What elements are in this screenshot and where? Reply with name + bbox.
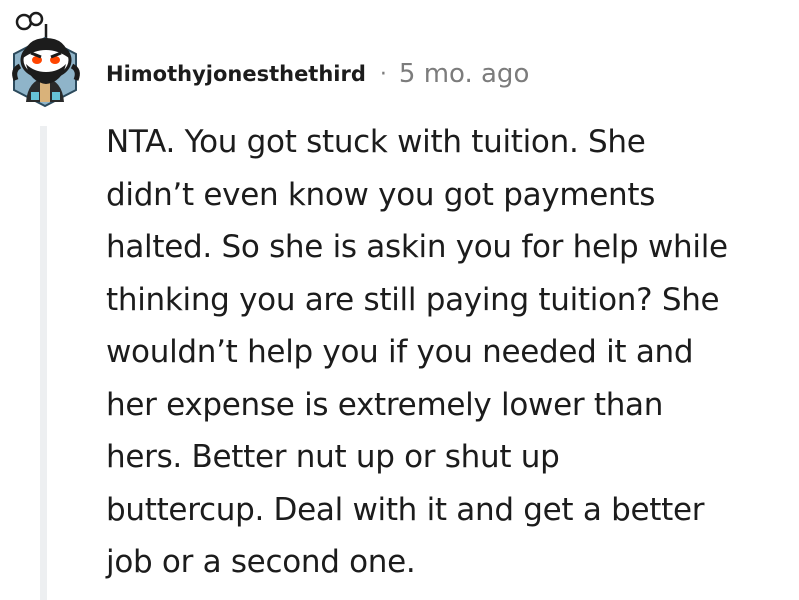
- comment-body-line: buttercup. Deal with it and get a better: [106, 491, 705, 528]
- meta-separator: ·: [379, 61, 387, 87]
- thread-collapse-line[interactable]: [40, 126, 47, 600]
- comment-body-line: halted. So she is askin you for help whi…: [106, 229, 728, 265]
- comment-body-line: thinking you are still paying tuition? S…: [106, 281, 720, 318]
- comment-body: NTA. You got stuck with tuition. She did…: [106, 116, 796, 589]
- user-avatar[interactable]: [6, 10, 84, 110]
- snoo-avatar-icon: [12, 11, 80, 108]
- comment-body-line: job or a second one.: [106, 544, 416, 580]
- comment-body-line: wouldn’t help you if you needed it and: [106, 334, 694, 370]
- comment-body-line: NTA. You got stuck with tuition. She: [106, 124, 646, 160]
- comment-body-line: hers. Better nut up or shut up: [106, 439, 560, 475]
- author-username[interactable]: Himothyjonesthethird: [106, 62, 366, 86]
- comment-header: Himothyjonesthethird · 5 mo. ago: [106, 56, 529, 92]
- comment-timestamp[interactable]: 5 mo. ago: [399, 59, 529, 89]
- comment-body-line: her expense is extremely lower than: [106, 386, 664, 423]
- comment: Himothyjonesthethird · 5 mo. ago NTA. Yo…: [0, 0, 799, 600]
- comment-body-line: didn’t even know you got payments: [106, 176, 656, 213]
